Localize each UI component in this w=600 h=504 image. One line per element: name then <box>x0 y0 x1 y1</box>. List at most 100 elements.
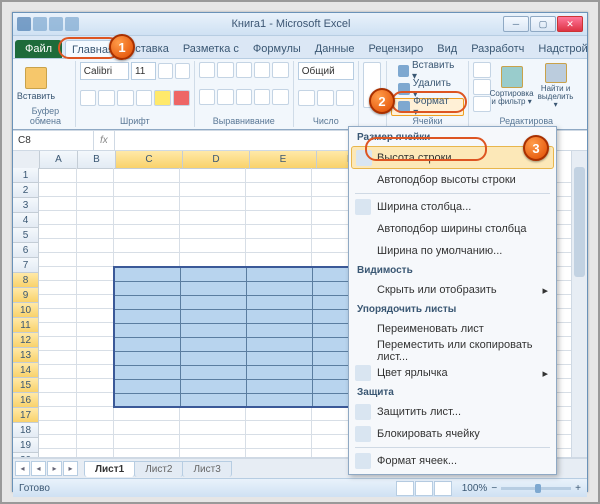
minimize-button[interactable]: ─ <box>503 16 529 32</box>
row-header-20[interactable]: 20 <box>13 453 39 458</box>
increase-font-icon[interactable] <box>158 63 173 79</box>
menu-hide-unhide[interactable]: Скрыть или отобразить▸ <box>351 279 554 301</box>
align-right-icon[interactable] <box>236 89 252 105</box>
maximize-button[interactable]: ▢ <box>530 16 556 32</box>
vertical-scrollbar[interactable] <box>571 151 587 457</box>
row-header-10[interactable]: 10 <box>13 303 39 318</box>
save-icon[interactable] <box>33 17 47 31</box>
tab-formulas[interactable]: Формулы <box>246 39 308 58</box>
font-color-icon[interactable] <box>173 90 190 106</box>
orientation-icon[interactable] <box>254 62 270 78</box>
row-header-8[interactable]: 8 <box>13 273 39 288</box>
tab-data[interactable]: Данные <box>308 39 362 58</box>
tab-developer[interactable]: Разработч <box>464 39 531 58</box>
zoom-out-button[interactable]: − <box>491 483 497 494</box>
row-header-15[interactable]: 15 <box>13 378 39 393</box>
font-size-box[interactable]: 11 <box>131 62 156 80</box>
fx-icon[interactable]: fx <box>94 135 114 146</box>
decrease-font-icon[interactable] <box>175 63 190 79</box>
row-header-19[interactable]: 19 <box>13 438 39 453</box>
paste-button[interactable]: Вставить <box>20 62 52 106</box>
zoom-level[interactable]: 100% <box>462 483 488 494</box>
row-height-icon <box>356 150 372 166</box>
column-header-B[interactable]: B <box>78 151 116 169</box>
tab-view[interactable]: Вид <box>430 39 464 58</box>
sheet-tab-3[interactable]: Лист3 <box>182 461 231 477</box>
autosum-icon[interactable] <box>473 62 491 78</box>
tab-pagelayout[interactable]: Разметка с <box>176 39 246 58</box>
row-header-2[interactable]: 2 <box>13 183 39 198</box>
close-button[interactable]: ✕ <box>557 16 583 32</box>
group-label: Буфер обмена <box>20 106 71 127</box>
zoom-slider[interactable] <box>501 487 571 490</box>
row-header-3[interactable]: 3 <box>13 198 39 213</box>
column-header-E[interactable]: E <box>250 151 317 169</box>
tab-addins[interactable]: Надстрой <box>531 39 594 58</box>
merge-icon[interactable] <box>272 89 288 105</box>
align-middle-icon[interactable] <box>217 62 233 78</box>
bold-icon[interactable] <box>80 90 97 106</box>
column-header-C[interactable]: C <box>116 151 183 169</box>
tab-file[interactable]: Файл <box>15 40 62 58</box>
format-cells-button[interactable]: Формат ▾ <box>391 98 463 116</box>
menu-autofit-row[interactable]: Автоподбор высоты строки <box>351 169 554 191</box>
select-all-corner[interactable] <box>13 151 40 169</box>
menu-default-width[interactable]: Ширина по умолчанию... <box>351 240 554 262</box>
align-center-icon[interactable] <box>217 89 233 105</box>
menu-lock-cell[interactable]: Блокировать ячейку <box>351 423 554 445</box>
row-header-11[interactable]: 11 <box>13 318 39 333</box>
menu-format-cells[interactable]: Формат ячеек... <box>351 450 554 472</box>
fill-color-icon[interactable] <box>154 90 171 106</box>
row-header-16[interactable]: 16 <box>13 393 39 408</box>
row-header-7[interactable]: 7 <box>13 258 39 273</box>
sheet-tab-1[interactable]: Лист1 <box>84 461 135 477</box>
window-title: Книга1 - Microsoft Excel <box>79 18 503 30</box>
menu-protect-sheet[interactable]: Защитить лист... <box>351 401 554 423</box>
name-box[interactable]: C8 <box>13 131 94 150</box>
menu-col-width[interactable]: Ширина столбца... <box>351 196 554 218</box>
undo-icon[interactable] <box>49 17 63 31</box>
align-top-icon[interactable] <box>199 62 215 78</box>
menu-tab-color[interactable]: Цвет ярлычка▸ <box>351 362 554 384</box>
comma-icon[interactable] <box>336 90 353 106</box>
row-header-13[interactable]: 13 <box>13 348 39 363</box>
underline-icon[interactable] <box>117 90 134 106</box>
row-header-4[interactable]: 4 <box>13 213 39 228</box>
menu-move-copy-sheet[interactable]: Переместить или скопировать лист... <box>351 340 554 362</box>
zoom-in-button[interactable]: + <box>575 483 581 494</box>
column-header-D[interactable]: D <box>183 151 250 169</box>
sort-filter-button[interactable]: Сортировка и фильтр ▾ <box>491 62 533 110</box>
redo-icon[interactable] <box>65 17 79 31</box>
column-header-A[interactable]: A <box>40 151 78 169</box>
number-format-box[interactable]: Общий <box>298 62 354 80</box>
wrap-text-icon[interactable] <box>272 62 288 78</box>
menu-rename-sheet[interactable]: Переименовать лист <box>351 318 554 340</box>
group-editing: Сортировка и фильтр ▾ Найти и выделить ▾… <box>469 61 584 127</box>
percent-icon[interactable] <box>317 90 334 106</box>
row-header-9[interactable]: 9 <box>13 288 39 303</box>
scroll-thumb[interactable] <box>574 167 585 277</box>
italic-icon[interactable] <box>98 90 115 106</box>
row-header-5[interactable]: 5 <box>13 228 39 243</box>
sheet-nav[interactable]: ◂◂▸▸ <box>15 461 78 476</box>
row-header-14[interactable]: 14 <box>13 363 39 378</box>
clear-icon[interactable] <box>473 96 491 112</box>
decrease-indent-icon[interactable] <box>254 89 270 105</box>
row-header-6[interactable]: 6 <box>13 243 39 258</box>
menu-autofit-col[interactable]: Автоподбор ширины столбца <box>351 218 554 240</box>
row-header-12[interactable]: 12 <box>13 333 39 348</box>
row-header-18[interactable]: 18 <box>13 423 39 438</box>
font-name-box[interactable]: Calibri <box>80 62 129 80</box>
fill-icon[interactable] <box>473 79 491 95</box>
border-icon[interactable] <box>136 90 153 106</box>
find-select-button[interactable]: Найти и выделить ▾ <box>535 62 577 110</box>
row-header-17[interactable]: 17 <box>13 408 39 423</box>
align-bottom-icon[interactable] <box>236 62 252 78</box>
currency-icon[interactable] <box>298 90 315 106</box>
row-header-1[interactable]: 1 <box>13 168 39 183</box>
align-left-icon[interactable] <box>199 89 215 105</box>
sheet-tab-2[interactable]: Лист2 <box>134 461 183 477</box>
tab-review[interactable]: Рецензиро <box>362 39 431 58</box>
view-buttons[interactable] <box>396 481 452 496</box>
tab-foxit[interactable]: Foxit PD <box>595 39 600 58</box>
